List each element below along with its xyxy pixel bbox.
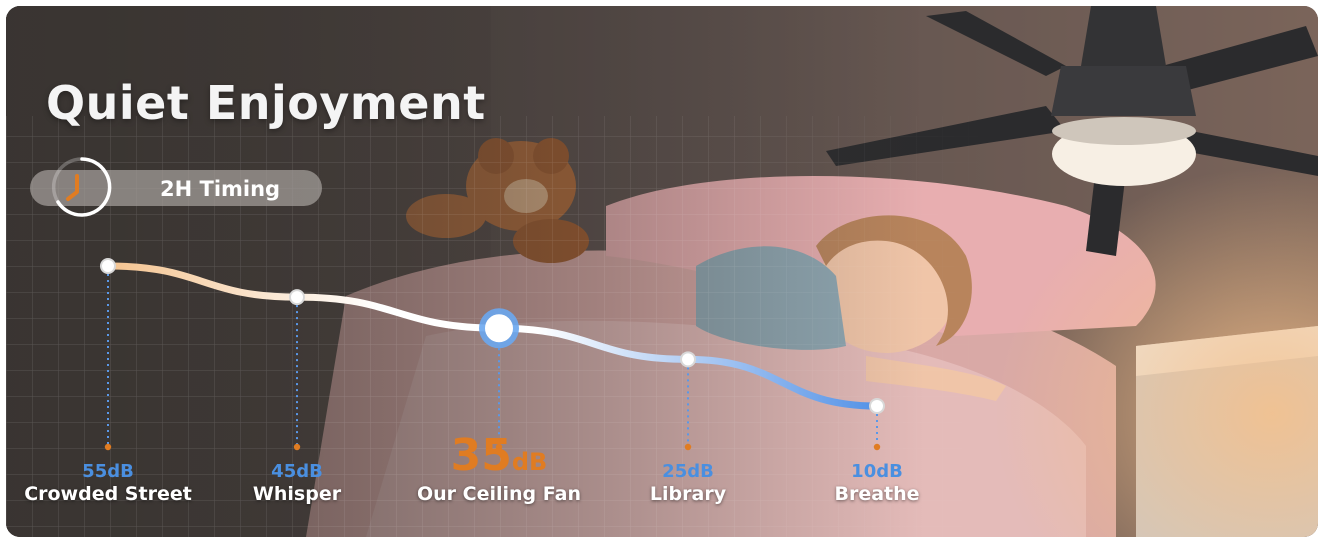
category-label: Breathe [834,483,920,505]
highlight-value-label: 35dB [451,434,548,484]
baseline-marker [293,443,301,451]
value-label: 10dB [851,461,903,482]
category-label: Whisper [252,483,342,505]
data-point [680,351,696,368]
value-label: 45dB [271,461,323,482]
baseline-marker [873,443,881,451]
hero-banner: Quiet Enjoyment 2H Timing 55dB Crowded St… [6,6,1318,537]
baseline-marker [684,443,692,451]
category-label: Crowded Street [24,483,192,505]
category-label: Library [649,483,727,505]
category-label: Our Ceiling Fan [417,483,581,505]
noise-level-chart [100,258,885,451]
highlight-value-unit: dB [511,448,548,476]
data-point [869,398,885,414]
data-point [485,314,513,343]
highlight-value-number: 35 [450,430,512,481]
baseline-marker [104,443,112,451]
value-label: 55dB [82,461,134,482]
data-point [100,258,116,274]
value-label: 25dB [662,461,714,482]
data-point [289,289,305,306]
